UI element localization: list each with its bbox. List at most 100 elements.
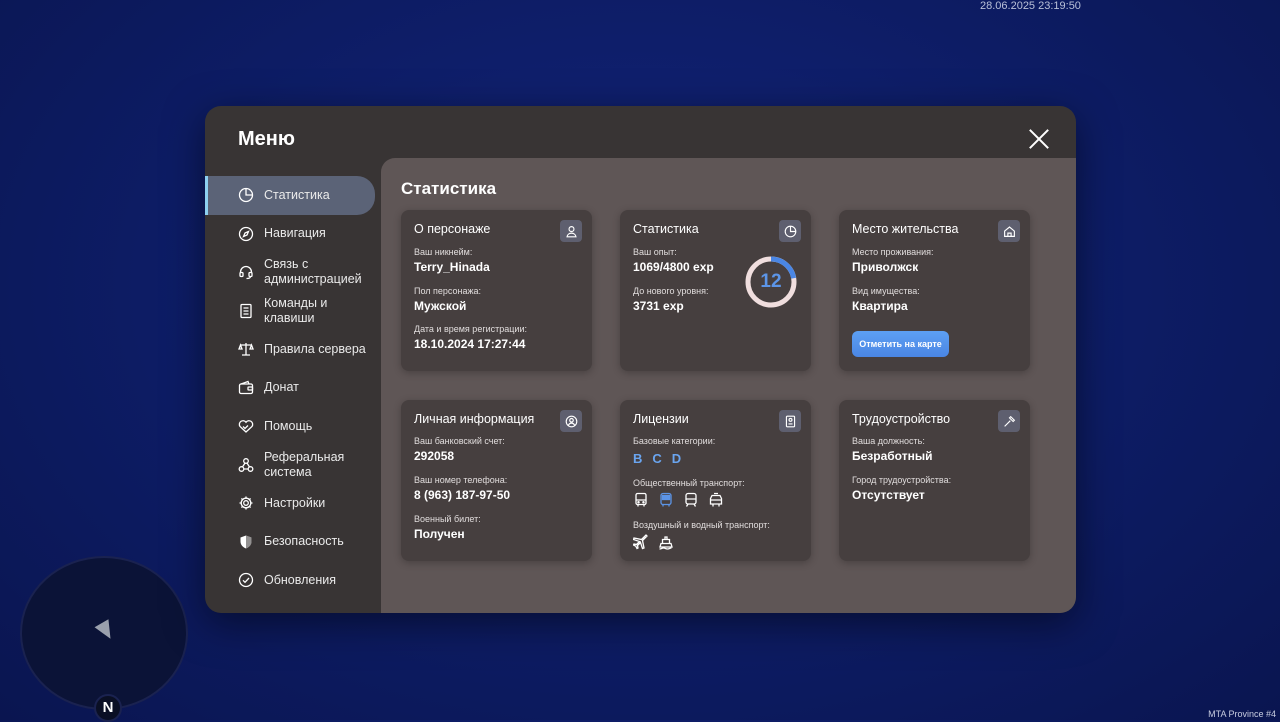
- field-label: Ваш номер телефона:: [414, 475, 508, 485]
- sidebar-item-statistics[interactable]: Статистика: [205, 176, 375, 215]
- sidebar-item-label: Реферальная система: [264, 449, 345, 479]
- sidebar-item-label: Статистика: [264, 187, 330, 202]
- sidebar-item-label: Навигация: [264, 226, 326, 241]
- headset-icon: [238, 264, 254, 280]
- player-arrow-icon: [94, 619, 118, 643]
- category-c: C: [652, 451, 662, 466]
- level-ring: 12: [743, 254, 799, 310]
- field-label: Ваша должность:: [852, 436, 925, 446]
- hammer-icon: [998, 410, 1020, 432]
- sidebar-item-donate[interactable]: Донат: [205, 369, 381, 408]
- bus-icon: [635, 492, 647, 507]
- field-label: Вид имущества:: [852, 286, 920, 296]
- military-id-field: Военный билет: Получен: [414, 514, 481, 541]
- stats-card: Статистика Ваш опыт: 1069/4800 exp До но…: [620, 210, 811, 371]
- airplane-icon: [633, 534, 648, 550]
- sidebar-item-referral[interactable]: Реферальная система: [205, 446, 381, 485]
- sidebar-item-updates[interactable]: Обновления: [205, 561, 381, 600]
- next-level-field: До нового уровня: 3731 exp: [633, 286, 709, 313]
- wallet-icon: [238, 380, 254, 396]
- sidebar-item-label: Настройки: [264, 495, 326, 510]
- user-icon: [560, 220, 582, 242]
- card-title: О персонаже: [414, 222, 491, 236]
- sidebar-item-settings[interactable]: Настройки: [205, 484, 381, 523]
- sidebar-item-label: Донат: [264, 380, 299, 395]
- close-icon[interactable]: [1028, 128, 1050, 150]
- sidebar-item-security[interactable]: Безопасность: [205, 523, 381, 562]
- card-title: Трудоустройство: [852, 412, 951, 426]
- sidebar-item-label: Команды и клавиши: [264, 295, 328, 325]
- sidebar-item-navigation[interactable]: Навигация: [205, 215, 381, 254]
- field-value: Terry_Hinada: [414, 260, 490, 274]
- exp-field: Ваш опыт: 1069/4800 exp: [633, 247, 714, 274]
- menu-title: Меню: [238, 128, 295, 150]
- field-value: Отсутствует: [852, 488, 925, 502]
- gender-field: Пол персонажа: Мужской: [414, 286, 481, 313]
- sidebar-item-help[interactable]: Помощь: [205, 407, 381, 446]
- field-label: Воздушный и водный транспорт:: [633, 520, 770, 530]
- minimap: N: [20, 556, 188, 722]
- base-categories-field: Базовые категории:: [633, 436, 715, 446]
- category-d: D: [671, 451, 682, 466]
- field-label: Ваш никнейм:: [414, 247, 473, 257]
- handshake-heart-icon: [238, 418, 254, 434]
- air-water-transport-icons: [633, 534, 674, 550]
- sidebar-item-rules[interactable]: Правила сервера: [205, 330, 381, 369]
- residence-place-field: Место проживания: Приволжск: [852, 247, 934, 274]
- category-b: B: [633, 451, 643, 466]
- network-icon: [238, 457, 254, 473]
- field-value: 18.10.2024 17:27:44: [414, 337, 526, 351]
- tram-icon: [709, 492, 723, 507]
- card-title: Статистика: [633, 222, 699, 236]
- field-value: 3731 exp: [633, 299, 684, 313]
- phone-field: Ваш номер телефона: 8 (963) 187-97-50: [414, 475, 510, 502]
- field-label: Дата и время регистрации:: [414, 324, 527, 334]
- user-circle-icon: [560, 410, 582, 432]
- content-panel: Статистика О персонаже Ваш никнейм: Terr…: [381, 158, 1076, 613]
- gear-icon: [238, 495, 254, 511]
- field-label: Военный билет:: [414, 514, 481, 524]
- residence-card: Место жительства Место проживания: Приво…: [839, 210, 1030, 371]
- field-value: 1069/4800 exp: [633, 260, 714, 274]
- field-value: Приволжск: [852, 260, 919, 274]
- document-icon: [238, 303, 254, 319]
- train-icon: [685, 492, 697, 507]
- sidebar-item-label: Обновления: [264, 572, 336, 587]
- home-icon: [998, 220, 1020, 242]
- field-value: Получен: [414, 527, 465, 541]
- position-field: Ваша должность: Безработный: [852, 436, 932, 463]
- personal-info-card: Личная информация Ваш банковский счет: 2…: [401, 400, 592, 561]
- field-label: Базовые категории:: [633, 436, 716, 446]
- field-label: Город трудоустройства:: [852, 475, 952, 485]
- sidebar-item-label: Связь с администрацией: [264, 257, 362, 287]
- character-card: О персонаже Ваш никнейм: Terry_Hinada По…: [401, 210, 592, 371]
- field-value: Безработный: [852, 449, 933, 463]
- ship-icon: [659, 536, 673, 550]
- bus-front-icon: [660, 492, 672, 507]
- registration-field: Дата и время регистрации: 18.10.2024 17:…: [414, 324, 527, 351]
- card-title: Место жительства: [852, 222, 959, 236]
- check-circle-icon: [238, 572, 254, 588]
- bank-account-field: Ваш банковский счет: 292058: [414, 436, 505, 463]
- sidebar-item-label: Безопасность: [264, 534, 344, 549]
- field-label: Ваш опыт:: [633, 247, 677, 257]
- mark-on-map-button[interactable]: Отметить на карте: [852, 331, 949, 357]
- pie-chart-icon: [238, 187, 254, 203]
- compass-icon: [238, 226, 254, 242]
- sidebar-item-admin-contact[interactable]: Связь с администрацией: [205, 253, 381, 292]
- air-water-transport-field: Воздушный и водный транспорт:: [633, 520, 770, 530]
- licenses-card: Лицензии Базовые категории: BCD Обществе…: [620, 400, 811, 561]
- field-label: До нового уровня:: [633, 286, 709, 296]
- sidebar-item-commands[interactable]: Команды и клавиши: [205, 292, 381, 331]
- field-value: 8 (963) 187-97-50: [414, 488, 511, 502]
- page-title: Статистика: [401, 179, 497, 198]
- card-title: Лицензии: [633, 412, 689, 426]
- public-transport-field: Общественный транспорт:: [633, 478, 745, 488]
- work-city-field: Город трудоустройства: Отсутствует: [852, 475, 951, 502]
- server-watermark: MTA Province #4: [1208, 709, 1276, 719]
- field-label: Общественный транспорт:: [633, 478, 745, 488]
- level-number: 12: [760, 271, 782, 292]
- timestamp: 28.06.2025 23:19:50: [980, 0, 1081, 12]
- scales-icon: [238, 341, 254, 357]
- license-categories: BCD: [633, 451, 691, 466]
